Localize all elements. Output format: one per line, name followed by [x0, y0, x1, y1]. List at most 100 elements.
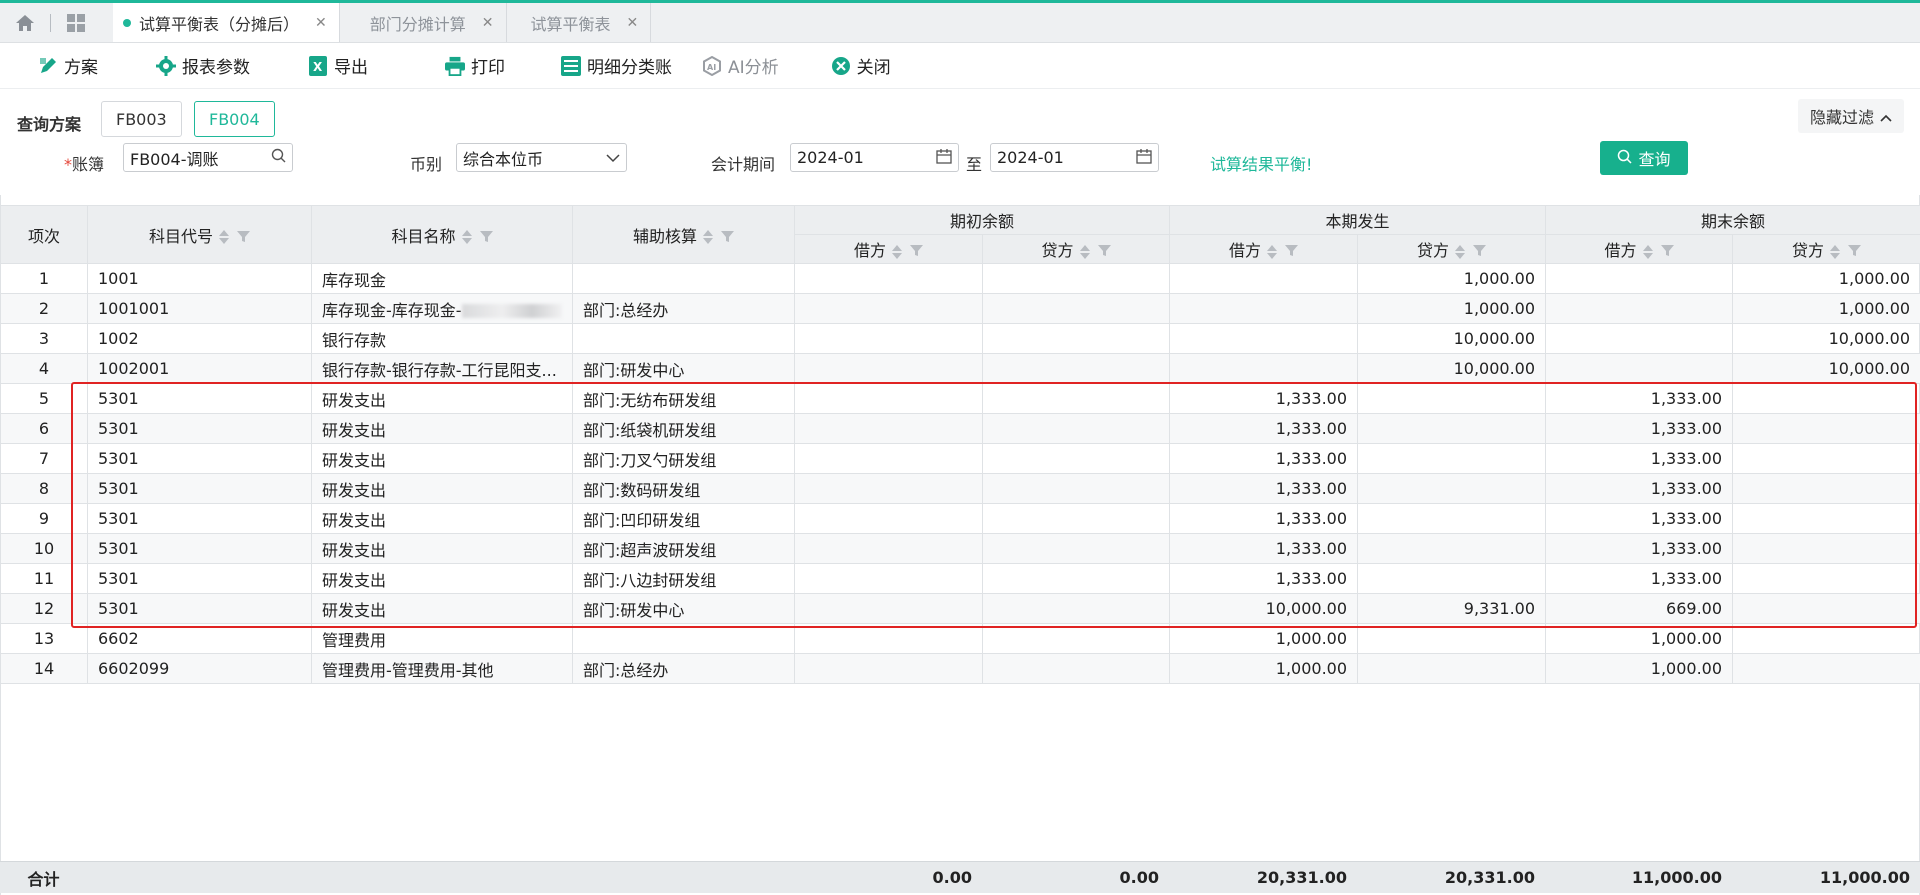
- cell-code: 5301: [87, 413, 312, 444]
- ledger-input[interactable]: FB004-调账: [123, 143, 293, 172]
- cell-closing-credit: [1732, 593, 1920, 624]
- redacted-text: [461, 304, 562, 318]
- period-to-label: 至: [966, 155, 983, 174]
- tab-department-allocation[interactable]: 部门分摊计算 ✕: [340, 3, 507, 42]
- filter-icon[interactable]: [1285, 242, 1299, 261]
- cell-current-debit: [1169, 323, 1359, 354]
- apps-grid-icon[interactable]: [51, 3, 101, 42]
- scheme-button[interactable]: 方案: [38, 53, 98, 78]
- cell-seq: 14: [0, 653, 88, 684]
- close-icon[interactable]: ✕: [482, 15, 494, 31]
- header-aux[interactable]: 辅助核算: [572, 205, 795, 264]
- cell-code: 5301: [87, 473, 312, 504]
- table-row[interactable]: 3 1002 银行存款 10,000.00 10,000.00: [0, 323, 1920, 354]
- sort-icon[interactable]: [219, 229, 229, 245]
- table-row[interactable]: 14 6602099 管理费用-管理费用-其他 部门:总经办 1,000.00 1,000…: [0, 653, 1920, 684]
- cell-closing-debit: 1,333.00: [1545, 413, 1734, 444]
- filter-icon[interactable]: [721, 228, 734, 247]
- filter-icon[interactable]: [1848, 242, 1862, 261]
- cell-current-credit: [1357, 533, 1547, 564]
- cell-closing-credit: [1732, 563, 1920, 594]
- close-icon[interactable]: ✕: [315, 15, 327, 31]
- cell-closing-credit: [1732, 533, 1920, 564]
- cell-opening-credit: [981, 353, 1171, 384]
- home-icon[interactable]: [0, 3, 50, 42]
- detail-ledger-button[interactable]: 明细分类账: [561, 53, 672, 78]
- hide-filter-button[interactable]: 隐藏过滤: [1797, 99, 1904, 133]
- table-row[interactable]: 9 5301 研发支出 部门:凹印研发组 1,333.00 1,333.00: [0, 503, 1920, 534]
- sort-icon[interactable]: [1642, 244, 1653, 260]
- cell-aux: 部门:超声波研发组: [572, 533, 795, 564]
- tab-trial-balance[interactable]: 试算平衡表 ✕: [507, 3, 652, 42]
- cell-closing-debit: 1,333.00: [1545, 503, 1734, 534]
- calendar-icon[interactable]: [936, 148, 952, 168]
- period-to-input[interactable]: 2024-01: [990, 143, 1159, 172]
- cell-name: 研发支出: [311, 473, 573, 504]
- table-row[interactable]: 7 5301 研发支出 部门:刀叉勺研发组 1,333.00 1,333.00: [0, 443, 1920, 474]
- sort-icon[interactable]: [892, 244, 902, 260]
- report-params-button[interactable]: 报表参数: [156, 53, 250, 78]
- query-button[interactable]: 查询: [1600, 141, 1688, 175]
- cell-opening-credit: [981, 473, 1171, 504]
- period-from-input[interactable]: 2024-01: [790, 143, 959, 172]
- header-name[interactable]: 科目名称: [311, 205, 573, 264]
- table-row[interactable]: 13 6602 管理费用 1,000.00 1,000.00: [0, 623, 1920, 654]
- sort-icon[interactable]: [1830, 244, 1841, 260]
- filter-icon[interactable]: [910, 242, 923, 261]
- ai-analysis-button[interactable]: AI AI分析: [702, 53, 779, 78]
- cell-seq: 11: [0, 563, 88, 594]
- table-row[interactable]: 12 5301 研发支出 部门:研发中心 10,000.00 9,331.00 669.00: [0, 593, 1920, 624]
- period-from-value: 2024-01: [797, 148, 864, 167]
- sort-icon[interactable]: [1267, 244, 1278, 260]
- header-code[interactable]: 科目代号: [87, 205, 312, 264]
- plan-fb004-button[interactable]: FB004: [194, 101, 275, 137]
- table-row[interactable]: 4 1002001 银行存款-银行存款-工行昆阳支... 部门:研发中心 10,000.…: [0, 353, 1920, 384]
- header-closing-debit[interactable]: 借方: [1545, 234, 1734, 264]
- close-button[interactable]: 关闭: [831, 53, 891, 78]
- sort-icon[interactable]: [1079, 244, 1090, 260]
- tab-trial-balance-allocated[interactable]: 试算平衡表（分摊后） ✕: [113, 3, 340, 42]
- close-icon[interactable]: ✕: [627, 15, 639, 31]
- cell-current-debit: 1,333.00: [1169, 383, 1359, 414]
- header-current-debit[interactable]: 借方: [1169, 234, 1359, 264]
- period-label: 会计期间: [711, 155, 776, 174]
- cell-name: 研发支出: [311, 563, 573, 594]
- table-row[interactable]: 8 5301 研发支出 部门:数码研发组 1,333.00 1,333.00: [0, 473, 1920, 504]
- filter-icon[interactable]: [1473, 242, 1487, 261]
- cell-current-credit: [1357, 383, 1547, 414]
- header-code-label: 科目代号: [148, 226, 213, 246]
- table-row[interactable]: 11 5301 研发支出 部门:八边封研发组 1,333.00 1,333.00: [0, 563, 1920, 594]
- cell-closing-debit: 1,333.00: [1545, 383, 1734, 414]
- header-opening-credit[interactable]: 贷方: [981, 234, 1171, 264]
- calendar-icon[interactable]: [1136, 148, 1152, 168]
- currency-select[interactable]: 综合本位币: [456, 143, 627, 172]
- print-button[interactable]: 打印: [445, 53, 505, 78]
- sort-icon[interactable]: [703, 229, 713, 245]
- filter-icon[interactable]: [479, 228, 493, 247]
- sort-icon[interactable]: [461, 229, 472, 245]
- ledger-label: *账簿: [64, 155, 105, 174]
- table-row[interactable]: 6 5301 研发支出 部门:纸袋机研发组 1,333.00 1,333.00: [0, 413, 1920, 444]
- filter-icon[interactable]: [1097, 242, 1111, 261]
- filter-icon[interactable]: [237, 228, 250, 247]
- cell-closing-credit: [1732, 413, 1920, 444]
- table-row[interactable]: 5 5301 研发支出 部门:无纺布研发组 1,333.00 1,333.00: [0, 383, 1920, 414]
- table-row[interactable]: 1 1001 库存现金 1,000.00 1,000.00: [0, 263, 1920, 294]
- header-closing-credit[interactable]: 贷方: [1732, 234, 1920, 264]
- table-row[interactable]: 2 1001001 库存现金-库存现金- 部门:总经办 1,000.00 1,000.00: [0, 293, 1920, 324]
- cell-opening-debit: [794, 503, 983, 534]
- cell-name: 研发支出: [311, 503, 573, 534]
- export-button[interactable]: X 导出: [308, 53, 368, 78]
- cell-aux: 部门:研发中心: [572, 593, 795, 624]
- tab-label: 部门分摊计算: [369, 14, 466, 34]
- table-row[interactable]: 10 5301 研发支出 部门:超声波研发组 1,333.00 1,333.00: [0, 533, 1920, 564]
- cell-closing-debit: [1545, 323, 1734, 354]
- header-current-credit[interactable]: 贷方: [1357, 234, 1547, 264]
- plan-fb003-button[interactable]: FB003: [101, 101, 182, 137]
- filter-icon[interactable]: [1660, 242, 1674, 261]
- sort-icon[interactable]: [1455, 244, 1466, 260]
- search-icon[interactable]: [271, 148, 286, 167]
- print-label: 打印: [471, 58, 505, 78]
- header-opening-debit[interactable]: 借方: [794, 234, 983, 264]
- cell-current-debit: [1169, 293, 1359, 324]
